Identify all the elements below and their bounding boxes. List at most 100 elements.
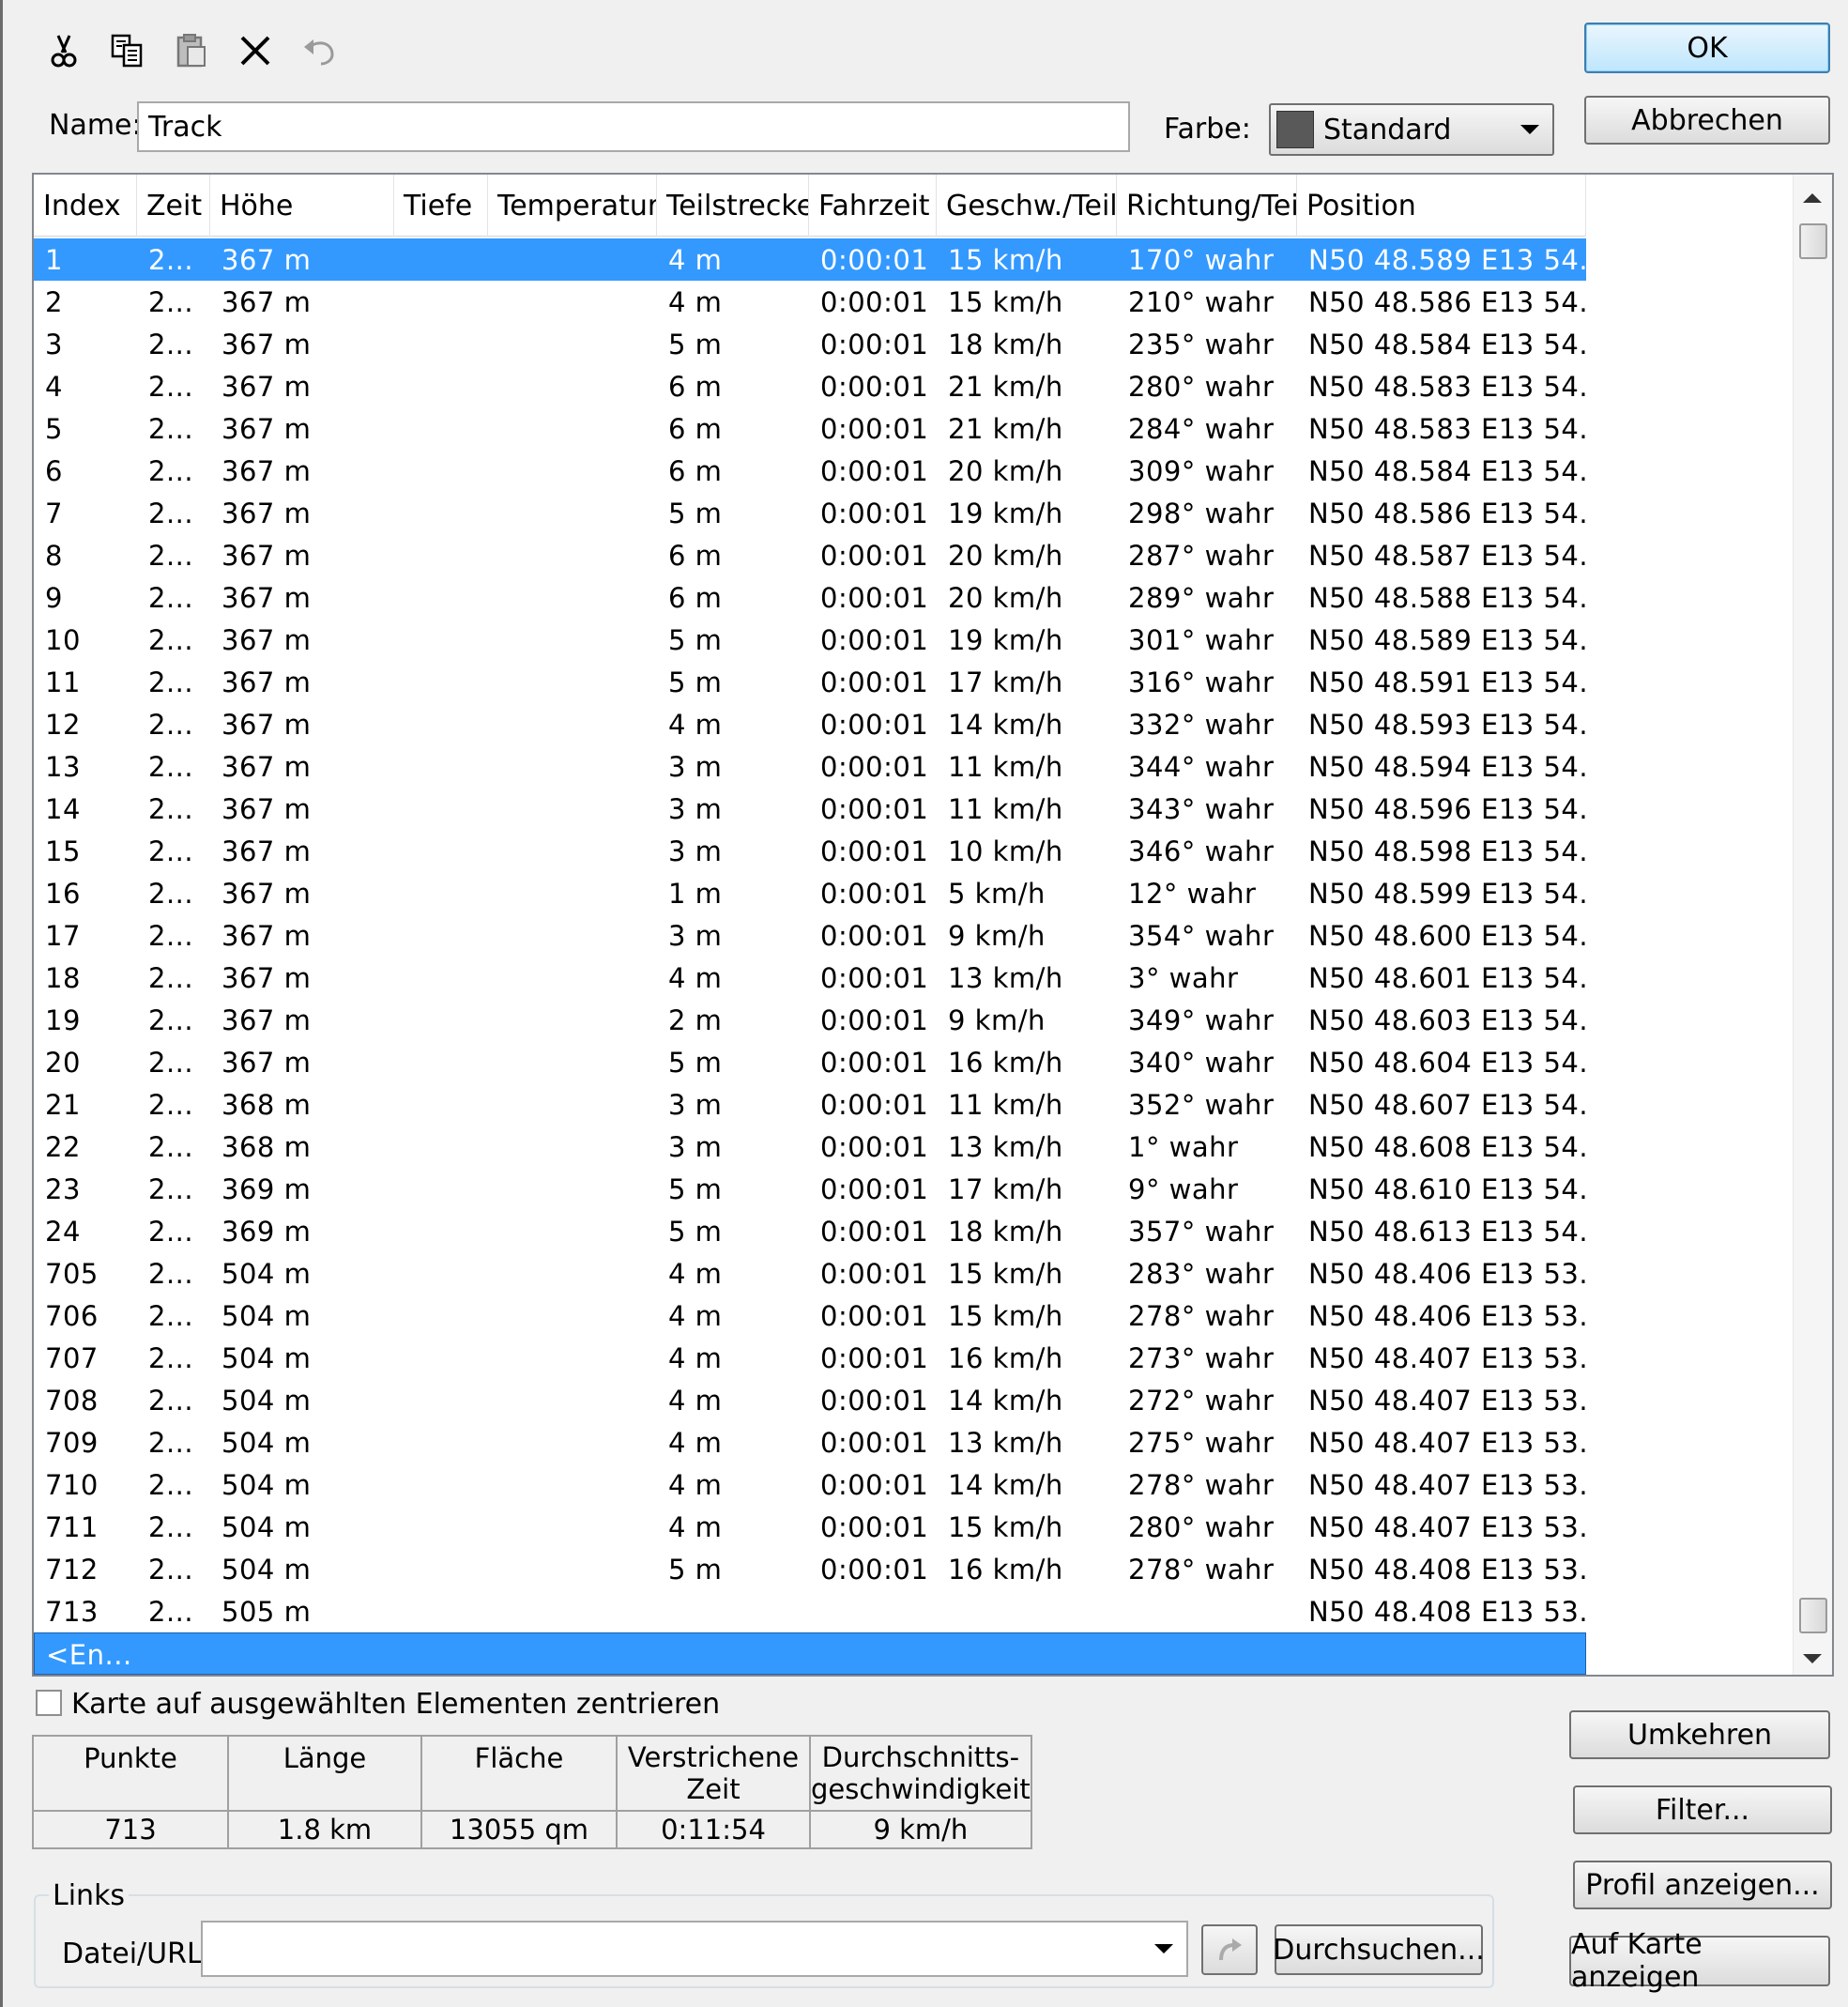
table-row[interactable]: 14 2... 367 m 3 m 0:00:01 11 km/h 343° wahr N50…	[34, 788, 1586, 830]
table-row[interactable]: 709 2... 504 m 4 m 0:00:01 13 km/h 275° wahr N5…	[34, 1421, 1586, 1463]
cell-zeit: 2...	[148, 792, 194, 825]
scroll-thumb-top[interactable]	[1799, 223, 1827, 259]
cell-zeit: 2...	[148, 1172, 194, 1205]
cell-richtung: 1° wahr	[1128, 1130, 1239, 1163]
cell-position: N50 48.594 E13 54.712	[1308, 750, 1586, 783]
chevron-down-icon[interactable]	[1154, 1944, 1173, 1953]
cell-richtung: 287° wahr	[1128, 539, 1275, 572]
table-row[interactable]: 9 2... 367 m 6 m 0:00:01 20 km/h 289° wahr N50 …	[34, 576, 1586, 619]
table-row[interactable]: 22 2... 368 m 3 m 0:00:01 13 km/h 1° wahr N50 4…	[34, 1126, 1586, 1168]
table-row[interactable]: 7 2... 367 m 5 m 0:00:01 19 km/h 298° wahr N50 …	[34, 492, 1586, 534]
table-row[interactable]: 707 2... 504 m 4 m 0:00:01 16 km/h 273° wahr N5…	[34, 1337, 1586, 1379]
table-row[interactable]: 12 2... 367 m 4 m 0:00:01 14 km/h 332° wahr N50…	[34, 703, 1586, 745]
table-row[interactable]: 21 2... 368 m 3 m 0:00:01 11 km/h 352° wahr N50…	[34, 1083, 1586, 1126]
paste-icon[interactable]	[169, 28, 214, 73]
cell-position: N50 48.407 E13 53.538	[1308, 1426, 1586, 1459]
column-header-hoehe[interactable]: Höhe	[210, 175, 394, 237]
cell-hoehe: 367 m	[221, 243, 312, 276]
cell-zeit: 2...	[148, 708, 194, 741]
column-header-temperatur[interactable]: Temperatur	[488, 175, 657, 237]
cell-tiefe	[394, 1548, 488, 1590]
column-header-teilstrecke[interactable]: Teilstrecke	[657, 175, 809, 237]
center-map-checkbox[interactable]	[36, 1690, 62, 1716]
copy-icon[interactable]	[105, 28, 150, 73]
table-row[interactable]: 706 2... 504 m 4 m 0:00:01 15 km/h 278° wahr N5…	[34, 1295, 1586, 1337]
table-row[interactable]: 20 2... 367 m 5 m 0:00:01 16 km/h 340° wahr N50…	[34, 1041, 1586, 1083]
table-row[interactable]: 2 2... 367 m 4 m 0:00:01 15 km/h 210° wahr N50 …	[34, 281, 1586, 323]
cell-position: N50 48.407 E13 53.545	[1308, 1341, 1586, 1374]
cell-temperatur	[488, 1041, 657, 1083]
column-header-richtung[interactable]: Richtung/Teil	[1117, 175, 1297, 237]
table-end-row[interactable]: <En...	[34, 1632, 1586, 1675]
table-row[interactable]: 15 2... 367 m 3 m 0:00:01 10 km/h 346° wahr N50…	[34, 830, 1586, 872]
links-group-label: Links	[49, 1879, 130, 1912]
table-row[interactable]: 3 2... 367 m 5 m 0:00:01 18 km/h 235° wahr N50 …	[34, 323, 1586, 365]
open-link-button[interactable]	[1201, 1924, 1258, 1975]
track-points-table[interactable]: Index Zeit Höhe Tiefe Temperatur Teilstrecke F…	[32, 173, 1834, 1677]
cell-fahrzeit: 0:00:01	[820, 666, 929, 698]
file-url-label: Datei/URL:	[62, 1938, 212, 1970]
column-header-index[interactable]: Index	[34, 175, 137, 237]
table-row[interactable]: 710 2... 504 m 4 m 0:00:01 14 km/h 278° wahr N5…	[34, 1463, 1586, 1506]
table-row[interactable]: 16 2... 367 m 1 m 0:00:01 5 km/h 12° wahr N50 4…	[34, 872, 1586, 914]
show-on-map-button[interactable]: Auf Karte anzeigen	[1569, 1928, 1830, 1994]
color-label: Farbe:	[1164, 113, 1251, 146]
cell-tiefe	[394, 534, 488, 576]
column-header-fahrzeit[interactable]: Fahrzeit	[809, 175, 937, 237]
cell-temperatur	[488, 1210, 657, 1252]
table-row[interactable]: 18 2... 367 m 4 m 0:00:01 13 km/h 3° wahr N50 4…	[34, 957, 1586, 999]
column-header-tiefe[interactable]: Tiefe	[394, 175, 488, 237]
cell-geschw: 5 km/h	[948, 877, 1046, 910]
cell-position: N50 48.583 E13 54.741	[1308, 412, 1586, 445]
cut-icon[interactable]	[41, 28, 86, 73]
column-header-zeit[interactable]: Zeit	[137, 175, 210, 237]
scroll-down-icon[interactable]	[1803, 1654, 1822, 1663]
cell-index: 21	[45, 1088, 81, 1121]
show-profile-button[interactable]: Profil anzeigen...	[1573, 1861, 1832, 1909]
cell-zeit: 2...	[148, 666, 194, 698]
reverse-button[interactable]: Umkehren	[1569, 1710, 1830, 1759]
name-input[interactable]: Track	[137, 101, 1130, 152]
table-row[interactable]: 11 2... 367 m 5 m 0:00:01 17 km/h 316° wahr N50…	[34, 661, 1586, 703]
table-row[interactable]: 711 2... 504 m 4 m 0:00:01 15 km/h 280° wahr N5…	[34, 1506, 1586, 1548]
stat-value-elapsed: 0:11:54	[616, 1810, 811, 1849]
cell-geschw: 13 km/h	[948, 1426, 1063, 1459]
table-row[interactable]: 10 2... 367 m 5 m 0:00:01 19 km/h 301° wahr N50…	[34, 619, 1586, 661]
table-row[interactable]: 1 2... 367 m 4 m 0:00:01 15 km/h 170° wahr N50 …	[34, 238, 1586, 281]
vertical-scrollbar[interactable]	[1793, 175, 1832, 1675]
chevron-down-icon	[1520, 125, 1539, 134]
cell-zeit: 2...	[148, 877, 194, 910]
table-row[interactable]: 6 2... 367 m 6 m 0:00:01 20 km/h 309° wahr N50 …	[34, 450, 1586, 492]
cell-tiefe	[394, 365, 488, 407]
delete-icon[interactable]	[233, 28, 278, 73]
cell-tiefe	[394, 1379, 488, 1421]
color-dropdown[interactable]: Standard	[1269, 103, 1554, 156]
cell-position: N50 48.406 E13 53.552	[1308, 1257, 1586, 1290]
cancel-button[interactable]: Abbrechen	[1584, 96, 1830, 145]
table-row[interactable]: 19 2... 367 m 2 m 0:00:01 9 km/h 349° wahr N50 …	[34, 999, 1586, 1041]
table-row[interactable]: 8 2... 367 m 6 m 0:00:01 20 km/h 287° wahr N50 …	[34, 534, 1586, 576]
table-row[interactable]: 4 2... 367 m 6 m 0:00:01 21 km/h 280° wahr N50 …	[34, 365, 1586, 407]
table-row[interactable]: 24 2... 369 m 5 m 0:00:01 18 km/h 357° wahr N50…	[34, 1210, 1586, 1252]
table-row[interactable]: 17 2... 367 m 3 m 0:00:01 9 km/h 354° wahr N50 …	[34, 914, 1586, 957]
table-row[interactable]: 13 2... 367 m 3 m 0:00:01 11 km/h 344° wahr N50…	[34, 745, 1586, 788]
undo-icon[interactable]	[297, 28, 342, 73]
browse-button[interactable]: Durchsuchen...	[1273, 1924, 1485, 1975]
table-row[interactable]: 712 2... 504 m 5 m 0:00:01 16 km/h 278° wahr N5…	[34, 1548, 1586, 1590]
scroll-thumb[interactable]	[1799, 1598, 1827, 1633]
cell-position: N50 48.607 E13 54.708	[1308, 1088, 1586, 1121]
ok-button[interactable]: OK	[1584, 23, 1830, 73]
column-header-geschw[interactable]: Geschw./Teil	[937, 175, 1117, 237]
cell-richtung: 273° wahr	[1128, 1341, 1275, 1374]
column-header-position[interactable]: Position	[1297, 175, 1586, 237]
file-url-input[interactable]	[201, 1921, 1188, 1977]
table-row[interactable]: 705 2... 504 m 4 m 0:00:01 15 km/h 283° wahr N5…	[34, 1252, 1586, 1295]
filter-button[interactable]: Filter...	[1573, 1785, 1832, 1834]
cell-temperatur	[488, 534, 657, 576]
scroll-up-icon[interactable]	[1803, 193, 1822, 203]
table-row[interactable]: 23 2... 369 m 5 m 0:00:01 17 km/h 9° wahr N50 4…	[34, 1168, 1586, 1210]
table-row[interactable]: 708 2... 504 m 4 m 0:00:01 14 km/h 272° wahr N5…	[34, 1379, 1586, 1421]
table-row[interactable]: 713 2... 505 m N50 48.408 E13 53.525	[34, 1590, 1586, 1632]
cell-teilstrecke: 3 m	[668, 919, 723, 952]
table-row[interactable]: 5 2... 367 m 6 m 0:00:01 21 km/h 284° wahr N50 …	[34, 407, 1586, 450]
